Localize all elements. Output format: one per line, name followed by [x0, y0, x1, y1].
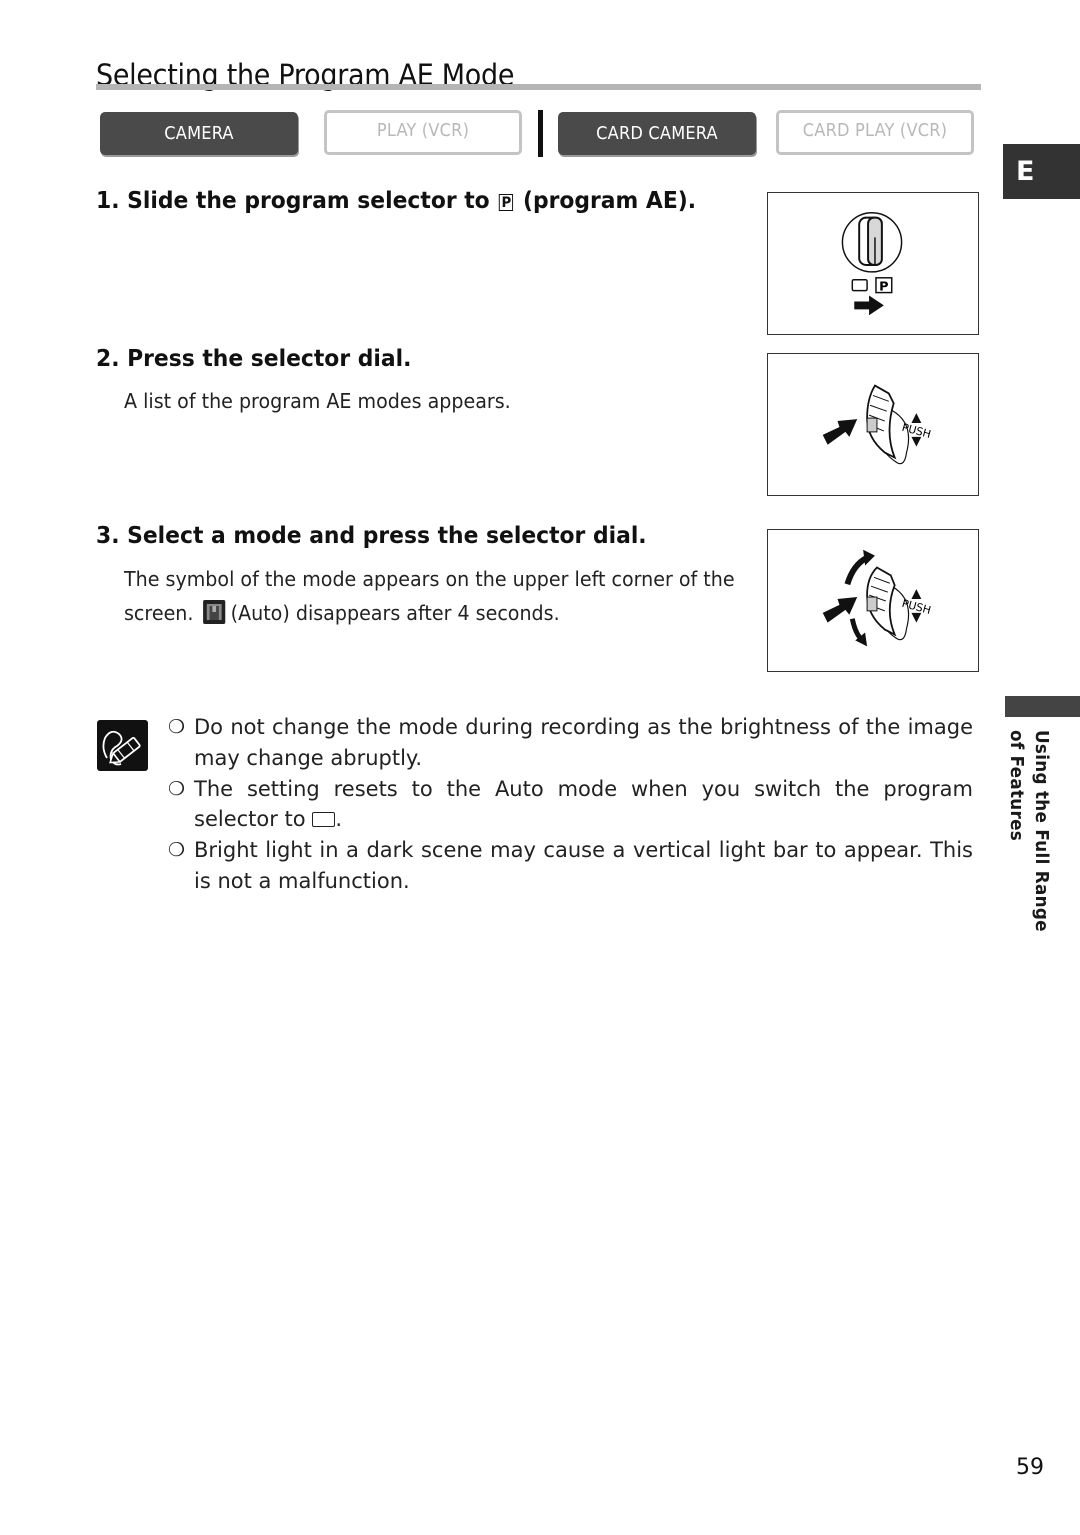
page-number: 59 [1016, 1455, 1044, 1480]
step-1-title: 1. Slide the program selector to P (prog… [96, 188, 696, 214]
note-text: . [335, 807, 343, 832]
language-tab: E [1003, 144, 1080, 199]
selector-dial-figure: PUSH [767, 353, 979, 496]
step-3-body-line-1: The symbol of the mode appears on the up… [124, 567, 735, 591]
step-text: (Auto) disappears after 4 seconds. [230, 601, 560, 625]
note-item: ❍ Bright light in a dark scene may cause… [168, 835, 973, 897]
pencil-note-icon [97, 720, 148, 771]
selector-dial-turn-push-illustration: PUSH [822, 549, 932, 647]
note-text: Bright light in a dark scene may cause a… [194, 838, 973, 893]
step-text: screen. [124, 601, 194, 625]
auto-mode-icon [202, 600, 226, 624]
circle-bullet-icon: ❍ [168, 716, 186, 738]
section-label-line-2: of Features [1006, 730, 1026, 842]
selector-dial-turn-figure: PUSH [767, 529, 979, 672]
svg-text:P: P [879, 280, 888, 295]
note-item: ❍ Do not change the mode during recordin… [168, 712, 973, 774]
mode-card-play-vcr-badge: CARD PLAY (VCR) [776, 110, 974, 155]
note-text: The setting resets to the Auto mode when… [194, 776, 973, 832]
mode-camera-badge: CAMERA [100, 112, 298, 155]
note-text: Do not change the mode during recording … [194, 715, 973, 770]
mode-card-camera-badge: CARD CAMERA [558, 112, 756, 155]
step-text: Slide the program selector to [127, 188, 490, 214]
mode-separator [538, 110, 543, 157]
step-number: 1. [96, 188, 120, 214]
note-item: ❍ The setting resets to the Auto mode wh… [168, 774, 973, 836]
section-tab-bar [1005, 696, 1080, 717]
circle-bullet-icon: ❍ [168, 839, 186, 862]
notes-list: ❍ Do not change the mode during recordin… [168, 712, 973, 897]
section-side-label: Using the Full Range of Features [1004, 730, 1064, 940]
circle-bullet-icon: ❍ [168, 777, 186, 800]
auto-position-symbol-icon [312, 812, 336, 828]
program-ae-symbol-icon: P [499, 194, 514, 211]
step-2-title: 2. Press the selector dial. [96, 346, 411, 372]
program-selector-slide-illustration: P [841, 211, 903, 316]
step-3-body-line-2: screen. (Auto) disappears after 4 second… [124, 596, 560, 630]
step-text: Press the selector dial. [127, 346, 412, 372]
program-selector-figure: P [767, 192, 979, 335]
step-number: 3. [96, 523, 120, 549]
section-label-line-1: Using the Full Range [1031, 730, 1051, 932]
mode-play-vcr-badge: PLAY (VCR) [324, 110, 522, 155]
step-text: Select a mode and press the selector dia… [127, 523, 647, 549]
step-3-title: 3. Select a mode and press the selector … [96, 523, 647, 549]
selector-dial-push-illustration: PUSH [822, 384, 932, 465]
title-underline [96, 84, 981, 90]
step-2-body: A list of the program AE modes appears. [124, 389, 511, 413]
step-text: (program AE). [522, 188, 697, 214]
step-number: 2. [96, 346, 120, 372]
